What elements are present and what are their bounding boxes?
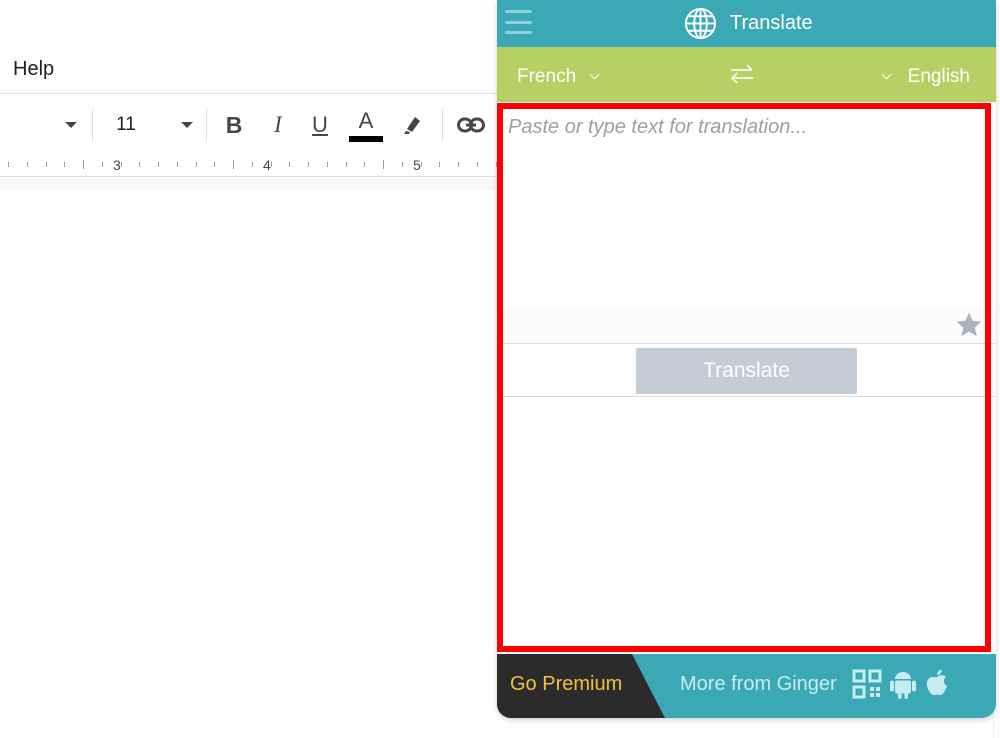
highlighter-icon[interactable]	[396, 100, 428, 150]
ruler-tick	[196, 162, 197, 167]
ruler-tick	[383, 160, 384, 169]
menu-divider	[0, 93, 497, 94]
menu-help[interactable]: Help	[13, 58, 54, 81]
ruler-number: 3	[113, 157, 121, 173]
link-icon[interactable]	[454, 100, 488, 150]
ruler-tick	[308, 162, 309, 167]
toolbar-separator	[92, 109, 93, 141]
translate-panel: Translate French English Translate Go Pr…	[497, 0, 996, 718]
ruler-tick	[8, 162, 9, 167]
source-language-select[interactable]: French	[517, 66, 600, 88]
ruler-tick	[364, 162, 365, 167]
ruler-tick	[271, 162, 272, 167]
ruler-number: 4	[263, 157, 271, 173]
more-from-ginger-link[interactable]: More from Ginger	[680, 673, 837, 696]
language-bar: French English	[497, 47, 996, 102]
font-size-value[interactable]: 11	[110, 100, 142, 150]
android-icon[interactable]	[890, 668, 916, 700]
ruler-number: 5	[413, 157, 421, 173]
ruler-tick	[477, 162, 478, 167]
ruler-tick	[177, 162, 178, 167]
chevron-down-icon	[589, 69, 600, 79]
ruler-tick	[327, 162, 328, 167]
toolbar-separator	[206, 109, 207, 141]
ruler-tick	[439, 162, 440, 167]
globe-icon	[684, 7, 717, 40]
go-premium-button[interactable]: Go Premium	[497, 654, 665, 718]
panel-footer: Go Premium More from Ginger	[497, 654, 996, 718]
document-canvas-edge	[0, 178, 497, 190]
favorites-row	[497, 310, 996, 344]
translate-button-row: Translate	[497, 345, 996, 397]
ruler-tick	[346, 162, 347, 167]
apple-icon[interactable]	[924, 668, 950, 700]
ruler-tick	[252, 162, 253, 167]
panel-title: Translate	[730, 12, 813, 34]
ruler-tick	[233, 160, 234, 169]
toolbar-separator	[442, 109, 443, 141]
platform-icons	[852, 668, 950, 700]
translate-button[interactable]: Translate	[636, 348, 857, 394]
ruler-tick	[102, 162, 103, 167]
style-dropdown-caret-icon[interactable]	[58, 100, 84, 150]
docs-toolbar: 11 B I U A	[0, 100, 497, 150]
ruler-tick	[83, 160, 84, 169]
ruler-tick	[139, 162, 140, 167]
source-language-label: French	[517, 66, 577, 87]
qr-code-icon[interactable]	[852, 669, 882, 699]
ruler-tick	[289, 162, 290, 167]
ruler-tick	[402, 162, 403, 167]
panel-header: Translate	[497, 0, 996, 47]
ruler-tick	[46, 162, 47, 167]
ruler-tick	[27, 162, 28, 167]
font-size-caret-icon[interactable]	[174, 100, 200, 150]
ruler-tick	[421, 162, 422, 167]
italic-button[interactable]: I	[264, 100, 292, 150]
source-text-area	[497, 102, 996, 310]
bold-button[interactable]: B	[220, 100, 248, 150]
go-premium-label: Go Premium	[510, 673, 623, 695]
document-ruler: 3 4 5	[0, 155, 497, 177]
source-text-input[interactable]	[497, 102, 996, 310]
ruler-tick	[158, 162, 159, 167]
ruler-tick	[64, 162, 65, 167]
star-icon[interactable]	[954, 310, 984, 340]
target-language-select[interactable]: English	[881, 66, 970, 88]
ruler-tick	[214, 162, 215, 167]
target-language-label: English	[907, 66, 970, 87]
underline-button[interactable]: U	[306, 100, 334, 150]
hamburger-menu-icon[interactable]	[505, 10, 532, 34]
ruler-tick	[458, 162, 459, 167]
swap-languages-icon[interactable]	[729, 63, 755, 85]
text-color-indicator	[349, 136, 383, 142]
chevron-down-icon	[881, 69, 892, 79]
translation-output	[497, 398, 996, 654]
ruler-tick	[121, 162, 122, 167]
